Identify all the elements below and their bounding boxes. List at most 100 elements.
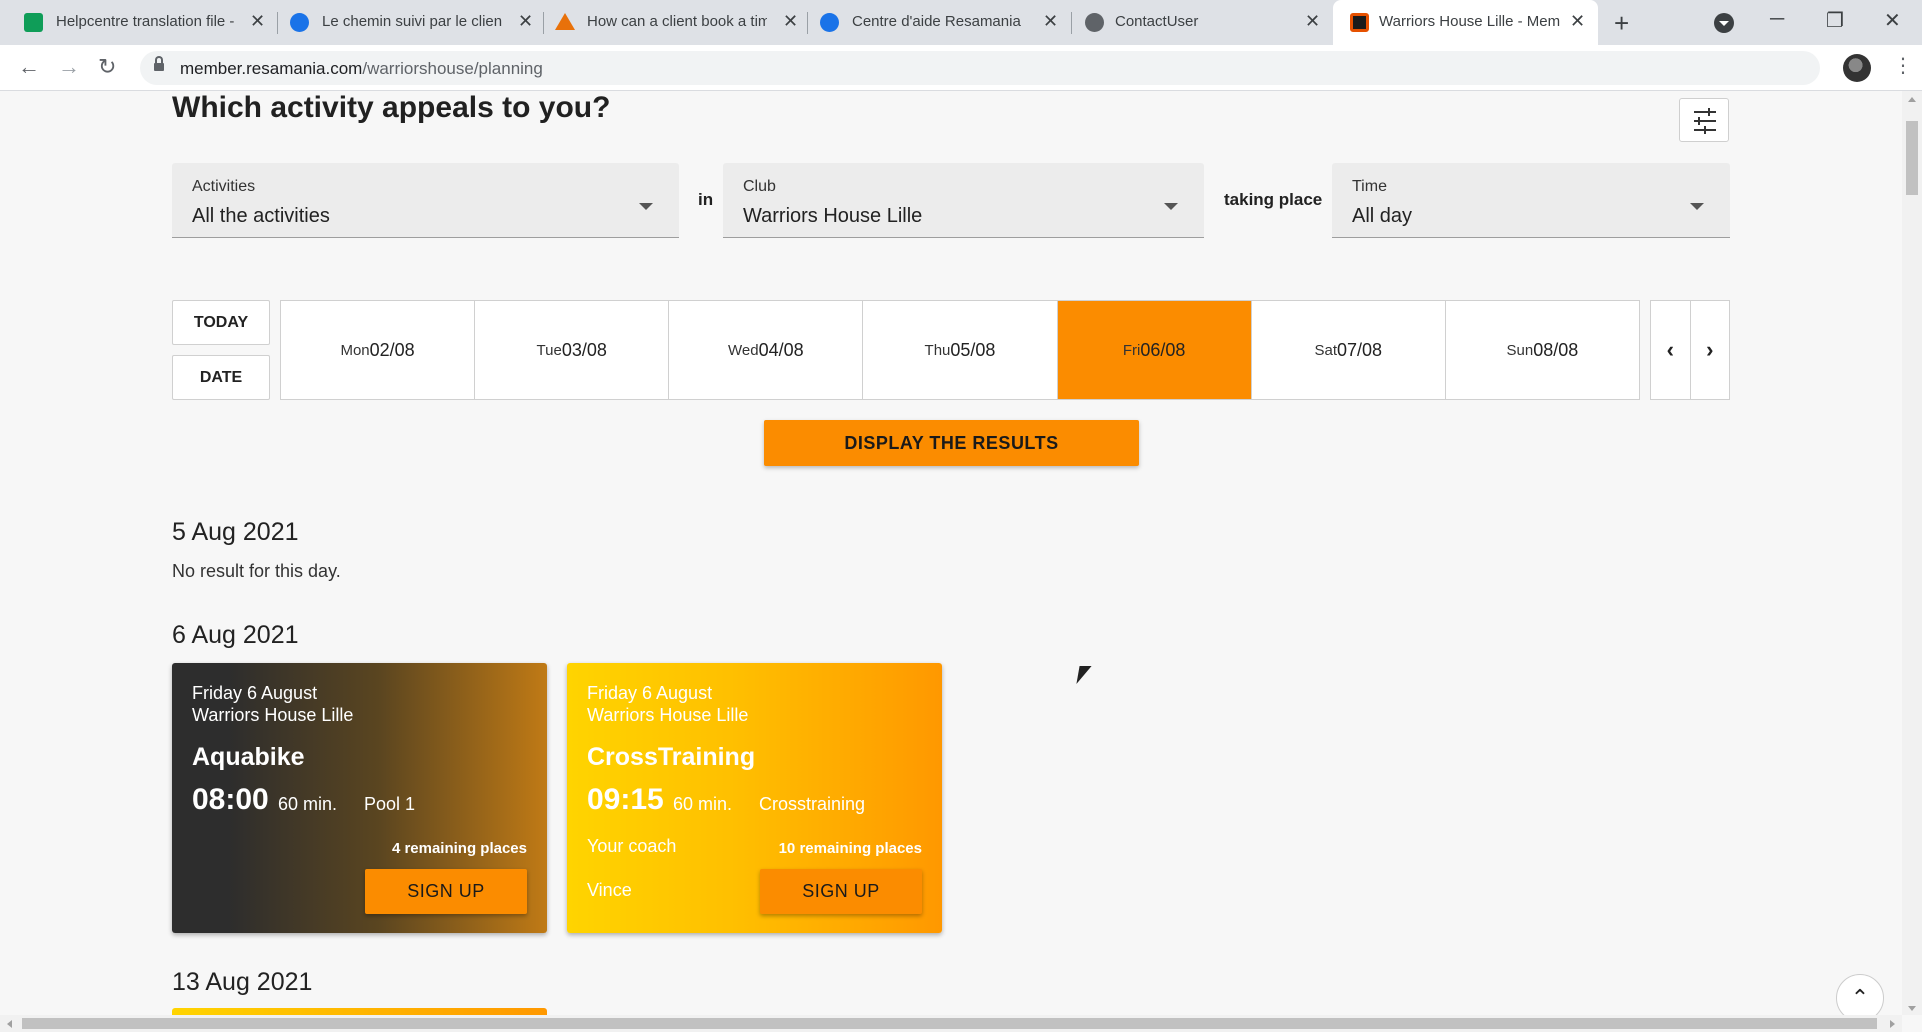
card-club: Warriors House Lille bbox=[587, 705, 749, 725]
day-tue[interactable]: Tue 03/08 bbox=[475, 301, 670, 399]
browser-tab-2[interactable]: Le chemin suivi par le client ✕ bbox=[270, 0, 545, 45]
card-time: 09:15 bbox=[587, 783, 664, 816]
chevron-right-icon[interactable]: › bbox=[1691, 301, 1730, 399]
dropdown-caret-icon bbox=[639, 203, 653, 210]
back-icon[interactable]: ← bbox=[18, 54, 40, 80]
day-sat[interactable]: Sat 07/08 bbox=[1252, 301, 1446, 399]
activities-label: Activities bbox=[192, 178, 256, 195]
day-wed[interactable]: Wed 04/08 bbox=[669, 301, 864, 399]
date-button[interactable]: DATE bbox=[172, 355, 270, 400]
section-title: 5 Aug 2021 bbox=[172, 518, 299, 546]
activities-value: All the activities bbox=[192, 205, 330, 227]
browser-tab-5[interactable]: ContactUser ✕ bbox=[1065, 0, 1335, 45]
chevron-left-icon[interactable]: ‹ bbox=[1651, 301, 1691, 399]
browser-toolbar: ← → ↻ member.resamania.com/warriorshouse… bbox=[0, 45, 1922, 91]
tab-title: Centre d'aide Resamania bbox=[852, 13, 1021, 30]
today-button[interactable]: TODAY bbox=[172, 300, 270, 345]
time-select[interactable]: Time All day bbox=[1332, 163, 1730, 238]
reload-icon[interactable]: ↻ bbox=[98, 54, 116, 80]
close-window-icon[interactable]: ✕ bbox=[1884, 8, 1901, 33]
tab-strip: Helpcentre translation file - ✕ Le chemi… bbox=[0, 0, 1922, 45]
card-time: 08:00 bbox=[192, 783, 269, 816]
new-tab-icon[interactable]: + bbox=[1614, 8, 1629, 39]
browser-menu-icon[interactable]: ⋮ bbox=[1893, 53, 1913, 78]
close-tab-icon[interactable]: ✕ bbox=[1570, 11, 1585, 32]
sign-up-button[interactable]: SIGN UP bbox=[365, 869, 527, 914]
club-value: Warriors House Lille bbox=[743, 205, 923, 227]
activities-select[interactable]: Activities All the activities bbox=[172, 163, 679, 238]
card-room: Crosstraining bbox=[759, 794, 866, 814]
week-day-selector: Mon 02/08 Tue 03/08 Wed 04/08 Thu 05/08 Fri 0… bbox=[280, 300, 1640, 400]
browser-tab-1[interactable]: Helpcentre translation file - ✕ bbox=[0, 0, 277, 45]
scroll-to-top-button[interactable]: ⌃ bbox=[1836, 974, 1884, 1015]
tab-title: How can a client book a tim bbox=[587, 13, 767, 30]
scroll-up-arrow-icon[interactable] bbox=[1908, 97, 1916, 102]
scrollbar-thumb[interactable] bbox=[1906, 121, 1918, 195]
scroll-left-arrow-icon[interactable] bbox=[7, 1020, 12, 1028]
filter-settings-button[interactable] bbox=[1679, 98, 1729, 142]
time-label: Time bbox=[1352, 178, 1387, 195]
day-thu[interactable]: Thu 05/08 bbox=[863, 301, 1058, 399]
card-date: Friday 6 August bbox=[587, 683, 713, 703]
chevron-up-icon: ⌃ bbox=[1850, 985, 1870, 1010]
class-card-crosstraining: Friday 6 August Warriors House Lille Cro… bbox=[567, 663, 942, 933]
dropdown-caret-icon bbox=[1164, 203, 1178, 210]
display-results-button[interactable]: DISPLAY THE RESULTS bbox=[764, 420, 1139, 466]
day-fri-selected[interactable]: Fri 06/08 bbox=[1057, 301, 1252, 399]
card-remaining-places: 4 remaining places bbox=[391, 840, 527, 857]
taking-place-connector: taking place bbox=[1224, 190, 1323, 209]
club-select[interactable]: Club Warriors House Lille bbox=[723, 163, 1204, 238]
minimize-icon[interactable]: ─ bbox=[1770, 8, 1784, 31]
close-tab-icon[interactable]: ✕ bbox=[250, 11, 265, 32]
horizontal-scrollbar[interactable] bbox=[0, 1015, 1902, 1032]
week-nav: ‹ › bbox=[1650, 300, 1730, 400]
card-coach-label: Your coach bbox=[587, 836, 677, 856]
browser-tab-3[interactable]: How can a client book a tim ✕ bbox=[535, 0, 810, 45]
vertical-scrollbar[interactable] bbox=[1902, 91, 1922, 1015]
url-text: member.resamania.com/warriorshouse/plann… bbox=[180, 59, 543, 78]
close-tab-icon[interactable]: ✕ bbox=[1305, 11, 1320, 32]
card-date: Friday 6 August bbox=[192, 683, 318, 703]
browser-tab-4[interactable]: Centre d'aide Resamania ✕ bbox=[800, 0, 1070, 45]
day-mon[interactable]: Mon 02/08 bbox=[281, 301, 476, 399]
card-activity: CrossTraining bbox=[587, 743, 756, 771]
card-duration: 60 min. bbox=[278, 794, 338, 814]
mouse-cursor-icon bbox=[1076, 666, 1092, 684]
no-result-text: No result for this day. bbox=[172, 561, 341, 581]
time-value: All day bbox=[1352, 205, 1413, 227]
planning-page: Which activity appeals to you? Activitie… bbox=[0, 91, 1902, 1015]
tab-title: ContactUser bbox=[1115, 13, 1199, 30]
close-tab-icon[interactable]: ✕ bbox=[518, 11, 533, 32]
card-duration: 60 min. bbox=[673, 794, 733, 814]
card-room: Pool 1 bbox=[364, 794, 416, 814]
forward-icon[interactable]: → bbox=[58, 54, 80, 80]
tab-search-icon[interactable] bbox=[1714, 13, 1734, 33]
scroll-right-arrow-icon[interactable] bbox=[1890, 1020, 1895, 1028]
tab-title: Warriors House Lille - Mem bbox=[1379, 13, 1561, 30]
section-title: 13 Aug 2021 bbox=[172, 968, 313, 996]
help-article-icon bbox=[555, 13, 575, 30]
close-tab-icon[interactable]: ✕ bbox=[1043, 11, 1058, 32]
page-title: Which activity appeals to you? bbox=[172, 91, 611, 124]
day-sun[interactable]: Sun 08/08 bbox=[1446, 301, 1639, 399]
tab-title: Helpcentre translation file - bbox=[56, 13, 235, 30]
resamania-icon bbox=[290, 13, 309, 32]
restore-icon[interactable]: ❐ bbox=[1826, 8, 1844, 33]
tab-title: Le chemin suivi par le client bbox=[322, 13, 502, 30]
close-tab-icon[interactable]: ✕ bbox=[783, 11, 798, 32]
gear-favicon-icon bbox=[1085, 13, 1104, 32]
in-connector: in bbox=[698, 190, 714, 209]
card-activity: Aquabike bbox=[192, 743, 305, 771]
browser-tab-6-active[interactable]: Warriors House Lille - Mem ✕ bbox=[1333, 0, 1598, 45]
dropdown-caret-icon bbox=[1690, 203, 1704, 210]
class-card-aquabike: Friday 6 August Warriors House Lille Aqu… bbox=[172, 663, 547, 933]
scrollbar-thumb[interactable] bbox=[22, 1018, 1877, 1029]
address-bar[interactable]: member.resamania.com/warriorshouse/plann… bbox=[140, 51, 1820, 85]
card-remaining-places: 10 remaining places bbox=[778, 840, 922, 857]
card-club: Warriors House Lille bbox=[192, 705, 354, 725]
sign-up-button[interactable]: SIGN UP bbox=[760, 869, 922, 914]
profile-avatar[interactable] bbox=[1843, 54, 1871, 82]
lock-icon bbox=[154, 56, 164, 73]
club-label: Club bbox=[743, 178, 776, 195]
scroll-down-arrow-icon[interactable] bbox=[1908, 1006, 1916, 1011]
